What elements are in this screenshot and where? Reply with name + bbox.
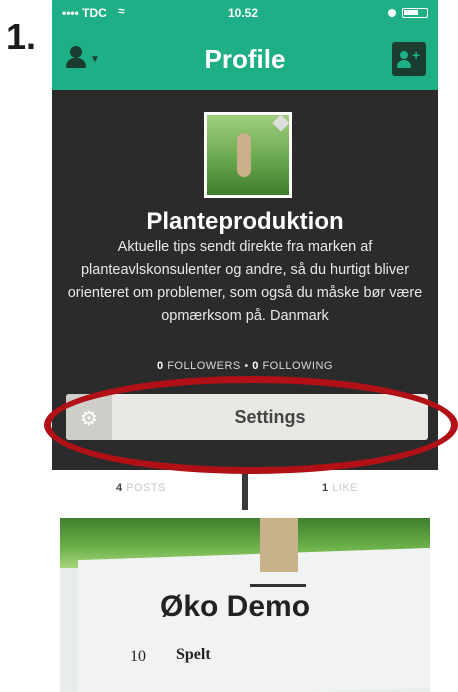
profile-avatar[interactable] — [204, 112, 292, 198]
sign-number: 10 — [130, 648, 146, 665]
avatar-photo — [237, 133, 251, 177]
plus-icon: + — [412, 47, 421, 63]
settings-label: Settings — [234, 407, 306, 427]
edit-avatar-icon — [272, 114, 290, 132]
following-label[interactable]: FOLLOWING — [262, 360, 333, 372]
wifi-icon: ≈ — [118, 4, 125, 18]
post-card[interactable]: Øko Demo 10 Spelt — [52, 510, 438, 692]
sign-crop: Spelt — [176, 646, 211, 663]
rotation-lock-icon — [388, 9, 396, 17]
posts-label: POSTS — [126, 482, 166, 494]
tab-likes[interactable]: 1 LIKE — [322, 482, 358, 494]
nav-bar: ▼ Profile + — [52, 28, 438, 90]
profile-header: Planteproduktion Aktuelle tips sendt dir… — [52, 90, 438, 470]
followers-label[interactable]: FOLLOWERS — [167, 360, 241, 372]
sign-title: Øko Demo — [160, 590, 311, 623]
battery-icon — [402, 8, 428, 18]
status-bar: •••• TDC ≈ 10.52 — [52, 0, 438, 28]
likes-label: LIKE — [332, 482, 359, 494]
gear-icon: ⚙ — [80, 408, 98, 430]
posts-count: 4 — [116, 482, 123, 494]
profile-tabs: 4 POSTS 1 LIKE — [52, 470, 438, 510]
settings-button[interactable]: ⚙ Settings — [66, 394, 428, 440]
page-title: Profile — [204, 44, 286, 74]
post-image[interactable]: Øko Demo 10 Spelt — [60, 518, 430, 692]
sign-stake — [260, 518, 298, 572]
stats-separator: • — [244, 360, 249, 372]
phone-screen: •••• TDC ≈ 10.52 ▼ Profile + Planteprodu… — [52, 0, 438, 692]
tab-divider — [242, 470, 248, 510]
add-friend-icon-body — [397, 60, 411, 68]
settings-icon-box: ⚙ — [66, 394, 112, 440]
likes-count: 1 — [322, 482, 329, 494]
sign-divider — [250, 584, 306, 587]
profile-name: Planteproduktion — [146, 208, 344, 235]
carrier-label: •••• TDC — [62, 6, 107, 20]
follow-stats: 0 FOLLOWERS • 0 FOLLOWING — [52, 360, 438, 372]
add-friend-button[interactable]: + — [392, 42, 426, 76]
profile-description: Aktuelle tips sendt direkte fra marken a… — [67, 239, 423, 324]
following-count[interactable]: 0 — [252, 360, 259, 372]
tab-posts[interactable]: 4 POSTS — [116, 482, 166, 494]
clock: 10.52 — [228, 6, 259, 20]
step-number: 1. — [6, 16, 37, 57]
followers-count[interactable]: 0 — [157, 360, 164, 372]
add-friend-icon — [400, 51, 408, 59]
